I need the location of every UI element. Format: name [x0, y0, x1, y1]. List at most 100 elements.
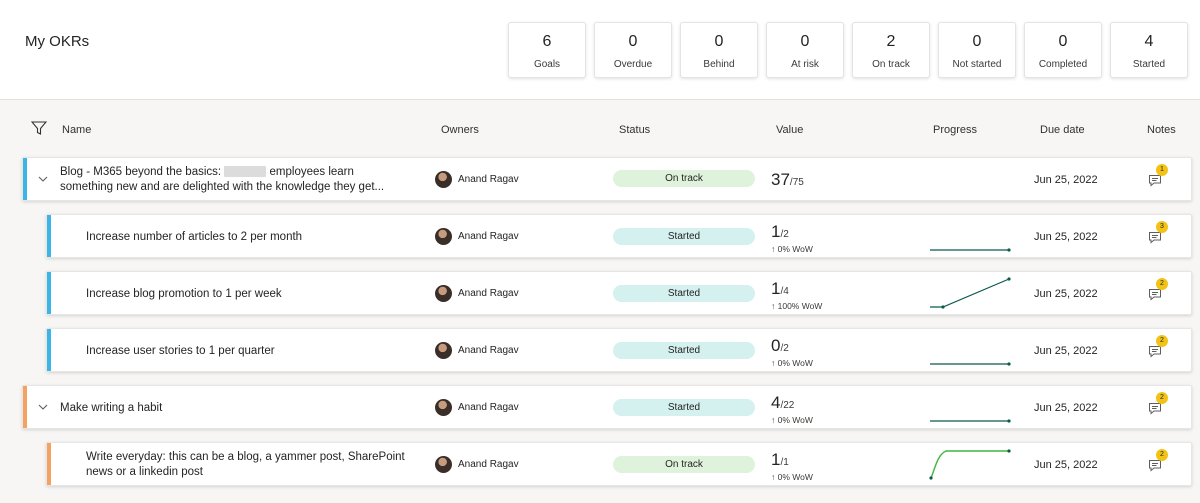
redacted-block [224, 166, 267, 178]
owner-cell[interactable]: Anand Ragav [435, 399, 519, 416]
comment-icon[interactable] [1148, 459, 1162, 472]
due-date: Jun 25, 2022 [1034, 174, 1098, 186]
wow-change: ↑ 100% WoW [771, 301, 823, 311]
value-cell: 37/75 [771, 170, 804, 190]
owner-cell[interactable]: Anand Ragav [435, 342, 519, 359]
kpi-card-completed[interactable]: 0 Completed [1024, 22, 1102, 78]
row-accent [47, 443, 51, 485]
avatar [435, 171, 452, 188]
okr-row[interactable]: Increase number of articles to 2 per mon… [46, 214, 1192, 258]
kpi-value: 4 [1144, 33, 1154, 50]
row-name[interactable]: Increase blog promotion to 1 per week [86, 287, 282, 302]
col-header-status[interactable]: Status [619, 124, 650, 136]
kpi-label: Goals [533, 59, 561, 70]
row-name-line1: Write everyday: this can be a blog, a ya… [86, 451, 405, 463]
value-cell: 4/22 [771, 393, 794, 413]
owner-cell[interactable]: Anand Ragav [435, 171, 519, 188]
value-target: /4 [780, 286, 789, 297]
owner-name: Anand Ragav [458, 345, 519, 356]
avatar [435, 456, 452, 473]
wow-change: ↑ 0% WoW [771, 358, 813, 368]
row-accent [47, 329, 51, 371]
kpi-label: Behind [703, 59, 735, 70]
owner-cell[interactable]: Anand Ragav [435, 228, 519, 245]
due-date: Jun 25, 2022 [1034, 402, 1098, 414]
col-header-progress[interactable]: Progress [933, 124, 977, 136]
okr-row[interactable]: Increase user stories to 1 per quarter A… [46, 328, 1192, 372]
wow-change: ↑ 0% WoW [771, 415, 813, 425]
kpi-cards: 6 Goals 0 Overdue 0 Behind 0 At risk 2 On tra… [508, 22, 1188, 78]
comment-icon[interactable] [1148, 174, 1162, 187]
row-name[interactable]: Blog - M365 beyond the basics: employees… [60, 165, 384, 195]
avatar [435, 399, 452, 416]
row-accent [47, 215, 51, 257]
value-current: 37 [771, 170, 790, 189]
kpi-value: 0 [800, 33, 810, 50]
avatar [435, 285, 452, 302]
value-target: /1 [780, 457, 789, 468]
row-name-line2: news or a linkedin post [86, 466, 203, 478]
value-target: /2 [780, 229, 789, 240]
kpi-label: On track [872, 59, 910, 70]
kpi-card-at-risk[interactable]: 0 At risk [766, 22, 844, 78]
progress-sparkline [930, 277, 1011, 309]
progress-sparkline [930, 419, 1011, 423]
wow-change: ↑ 0% WoW [771, 244, 813, 254]
row-name[interactable]: Increase number of articles to 2 per mon… [86, 230, 302, 245]
kpi-card-started[interactable]: 4 Started [1110, 22, 1188, 78]
row-accent [47, 272, 51, 314]
comment-icon[interactable] [1148, 402, 1162, 415]
col-header-value[interactable]: Value [776, 124, 803, 136]
col-header-name[interactable]: Name [62, 124, 91, 136]
status-badge: Started [613, 399, 755, 416]
kpi-card-overdue[interactable]: 0 Overdue [594, 22, 672, 78]
value-cell: 0/2 [771, 336, 789, 356]
owner-cell[interactable]: Anand Ragav [435, 456, 519, 473]
progress-sparkline [930, 362, 1011, 366]
comment-icon[interactable] [1148, 345, 1162, 358]
row-name[interactable]: Make writing a habit [60, 401, 162, 416]
okr-row[interactable]: Make writing a habit Anand Ragav Started… [22, 385, 1192, 429]
chevron-down-icon[interactable] [37, 173, 49, 185]
row-name-line1: Blog - M365 beyond the basics: [60, 166, 222, 178]
kpi-card-on-track[interactable]: 2 On track [852, 22, 930, 78]
okr-row[interactable]: Write everyday: this can be a blog, a ya… [46, 442, 1192, 486]
row-name-tail: employees learn [269, 166, 354, 178]
row-name-line2: something new and are delighted with the… [60, 181, 385, 193]
kpi-label: At risk [791, 59, 819, 70]
okr-row[interactable]: Blog - M365 beyond the basics: employees… [22, 157, 1192, 201]
value-target: /2 [780, 343, 789, 354]
wow-change: ↑ 0% WoW [771, 472, 813, 482]
notes-count-badge: 2 [1156, 335, 1168, 347]
col-header-due-date[interactable]: Due date [1040, 124, 1085, 136]
notes-count-badge: 1 [1156, 164, 1168, 176]
value-target: /75 [789, 177, 804, 188]
progress-sparkline [929, 449, 1011, 480]
filter-icon[interactable] [31, 121, 47, 135]
chevron-down-icon[interactable] [37, 401, 49, 413]
avatar [435, 342, 452, 359]
value-cell: 1/4 [771, 279, 789, 299]
row-name[interactable]: Write everyday: this can be a blog, a ya… [86, 450, 405, 480]
status-badge: Started [613, 228, 755, 245]
owner-cell[interactable]: Anand Ragav [435, 285, 519, 302]
status-badge: On track [613, 170, 755, 187]
kpi-value: 0 [714, 33, 724, 50]
okr-row[interactable]: Increase blog promotion to 1 per week An… [46, 271, 1192, 315]
col-header-owners[interactable]: Owners [441, 124, 479, 136]
avatar [435, 228, 452, 245]
owner-name: Anand Ragav [458, 402, 519, 413]
due-date: Jun 25, 2022 [1034, 231, 1098, 243]
kpi-card-not-started[interactable]: 0 Not started [938, 22, 1016, 78]
due-date: Jun 25, 2022 [1034, 459, 1098, 471]
comment-icon[interactable] [1148, 231, 1162, 244]
due-date: Jun 25, 2022 [1034, 288, 1098, 300]
comment-icon[interactable] [1148, 288, 1162, 301]
col-header-notes[interactable]: Notes [1147, 124, 1176, 136]
kpi-card-behind[interactable]: 0 Behind [680, 22, 758, 78]
kpi-value: 0 [972, 33, 982, 50]
owner-name: Anand Ragav [458, 288, 519, 299]
row-name[interactable]: Increase user stories to 1 per quarter [86, 344, 275, 359]
kpi-card-goals[interactable]: 6 Goals [508, 22, 586, 78]
notes-count-badge: 3 [1156, 221, 1168, 233]
